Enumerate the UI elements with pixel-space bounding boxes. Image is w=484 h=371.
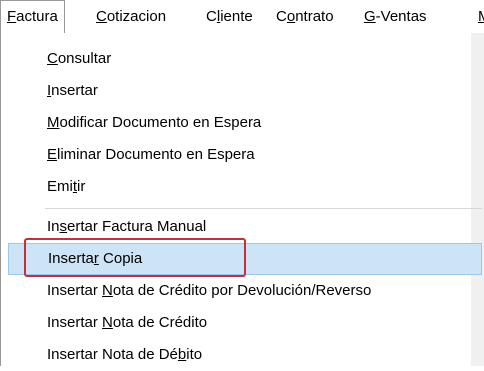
- menu-item-insertar-factura-manual-key: s: [59, 218, 68, 235]
- menu-item-nota-credito-devolucion[interactable]: Insertar Nota de Crédito por Devolución/…: [8, 275, 482, 307]
- menu-cliente[interactable]: Cliente: [200, 0, 259, 33]
- menu-item-consultar-key: C: [47, 50, 58, 67]
- menu-item-insertar-copia-post: Copia: [98, 250, 143, 267]
- menu-contrato-post: ntrato: [295, 8, 334, 25]
- menu-separator: [45, 208, 482, 209]
- menu-item-eliminar-documento-key: E: [47, 146, 58, 163]
- menu-item-nota-debito-pre: Insertar Nota de Dé: [47, 346, 178, 363]
- menu-contrato[interactable]: Contrato: [270, 0, 340, 33]
- menu-g-ventas[interactable]: G-Ventas: [358, 0, 433, 33]
- menu-contrato-pre: C: [276, 8, 287, 25]
- menu-item-emitir-post: ir: [77, 178, 86, 195]
- menu-item-eliminar-documento-post: liminar Documento en Espera: [57, 146, 255, 163]
- menu-cotizacion-key: C: [96, 8, 107, 25]
- menu-factura-key: F: [7, 8, 17, 25]
- menu-factura-post: actura: [16, 8, 58, 25]
- menu-item-insertar-factura-manual-pre: In: [47, 218, 60, 235]
- menu-item-modificar-documento[interactable]: Modificar Documento en Espera: [8, 107, 482, 139]
- menu-item-nota-credito-pre: Insertar: [47, 314, 103, 331]
- menu-item-nota-debito-post: ito: [186, 346, 203, 363]
- menu-contrato-key: o: [286, 8, 296, 25]
- menu-item-insertar[interactable]: Insertar: [8, 75, 482, 107]
- menu-item-nota-credito-key: N: [102, 314, 113, 331]
- menu-item-insertar-factura-manual-post: ertar Factura Manual: [67, 218, 207, 235]
- menu-item-nota-debito-key: b: [177, 346, 187, 363]
- menu-item-modificar-documento-key: M: [47, 114, 60, 131]
- menu-cotizacion[interactable]: Cotizacion: [90, 0, 172, 33]
- factura-dropdown-menu: Consultar Insertar Modificar Documento e…: [0, 33, 484, 366]
- menu-item-insertar-copia[interactable]: Insertar Copia: [8, 243, 482, 275]
- menu-bar: Factura Cotizacion Cliente Contrato G-Ve…: [0, 0, 484, 34]
- menu-item-nota-credito-devolucion-key: N: [102, 282, 113, 299]
- menu-item-nota-credito-post: ota de Crédito: [112, 314, 208, 331]
- menu-item-insertar-factura-manual[interactable]: Insertar Factura Manual: [8, 211, 482, 243]
- menu-item-consultar-post: onsultar: [57, 50, 112, 67]
- menu-item-nota-credito-devolucion-pre: Insertar: [47, 282, 103, 299]
- menu-item-nota-credito-devolucion-post: ota de Crédito por Devolución/Reverso: [112, 282, 372, 299]
- menu-item-nota-debito[interactable]: Insertar Nota de Débito: [8, 339, 482, 371]
- menu-item-insertar-post: nsertar: [51, 82, 98, 99]
- menu-overflow-key: M: [478, 8, 484, 25]
- menu-cotizacion-post: otizacion: [106, 8, 167, 25]
- menu-cliente-pre: C: [206, 8, 217, 25]
- menu-item-eliminar-documento[interactable]: Eliminar Documento en Espera: [8, 139, 482, 171]
- menu-g-ventas-key: G: [364, 8, 376, 25]
- menu-factura[interactable]: Factura: [0, 0, 65, 33]
- menu-item-consultar[interactable]: Consultar: [8, 43, 482, 75]
- menu-item-emitir-pre: Emi: [47, 178, 73, 195]
- menu-item-insertar-copia-pre: Inserta: [48, 250, 94, 267]
- menu-item-emitir[interactable]: Emitir: [8, 171, 482, 203]
- menu-item-modificar-documento-post: odificar Documento en Espera: [59, 114, 262, 131]
- menu-cliente-post: iente: [220, 8, 253, 25]
- menu-g-ventas-post: -Ventas: [375, 8, 427, 25]
- menu-overflow[interactable]: M: [472, 0, 484, 33]
- menu-item-nota-credito[interactable]: Insertar Nota de Crédito: [8, 307, 482, 339]
